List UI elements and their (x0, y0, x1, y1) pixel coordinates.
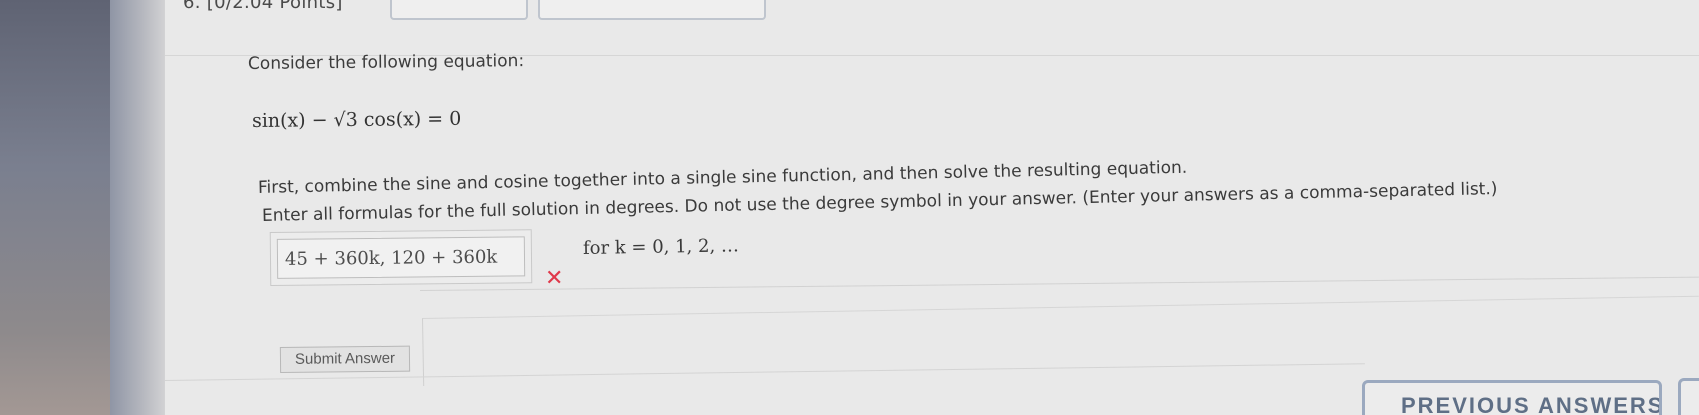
previous-answers-button[interactable]: PREVIOUS ANSWERS (1362, 380, 1662, 415)
cropped-button[interactable] (1678, 378, 1699, 415)
k-range-label: for k = 0, 1, 2, … (582, 235, 740, 259)
photo-background-shadow (110, 0, 165, 415)
question-header: 6. [0/2.04 Points] (183, 0, 343, 13)
photo-background-left (0, 0, 110, 415)
details-button[interactable] (390, 0, 528, 20)
answer-input[interactable]: 45 + 360k, 120 + 360k (276, 236, 526, 279)
submit-answer-button[interactable]: Submit Answer (279, 345, 411, 373)
my-notes-button[interactable] (538, 0, 766, 20)
equation: sin(x) − √3 cos(x) = 0 (251, 107, 462, 132)
answer-field-container: 45 + 360k, 120 + 360k (269, 229, 533, 286)
x-mark-icon: ✕ (545, 266, 564, 291)
question-prompt: Consider the following equation: (247, 51, 525, 74)
